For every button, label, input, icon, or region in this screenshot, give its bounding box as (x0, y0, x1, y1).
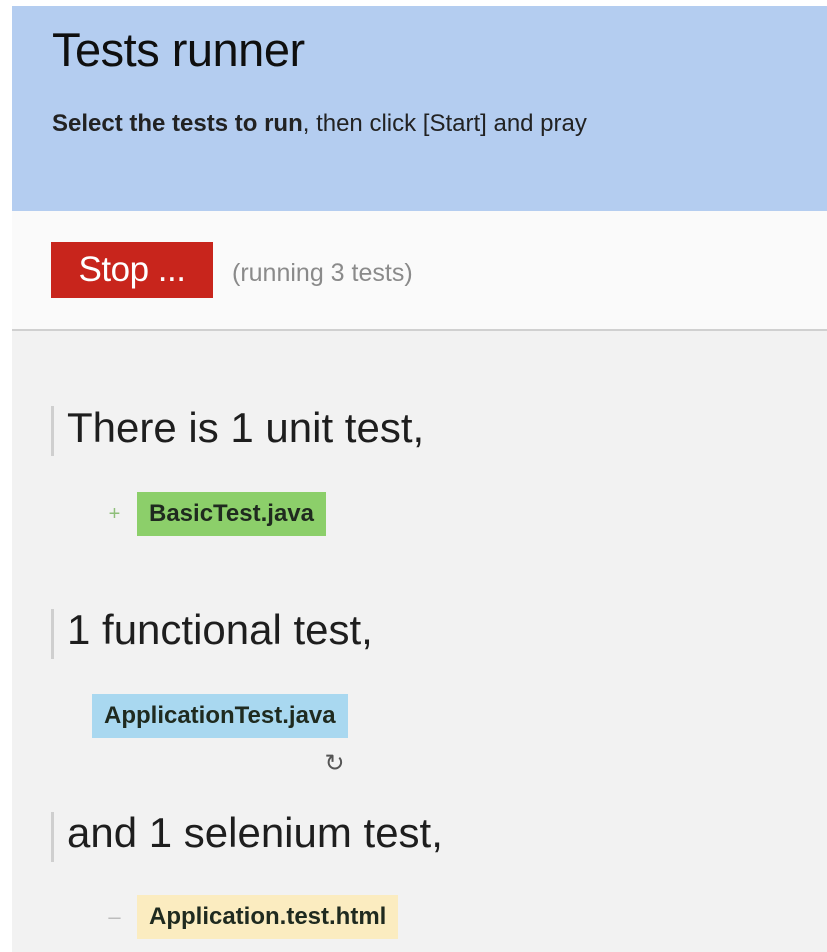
section-marker (51, 812, 54, 862)
test-name-basictest[interactable]: BasicTest.java (137, 492, 326, 536)
refresh-icon: ↻ (324, 750, 345, 777)
selenium-tests-heading: and 1 selenium test, (67, 809, 443, 856)
subtitle-bold: Select the tests to run (52, 110, 303, 137)
dash-icon: – (108, 904, 121, 929)
subtitle-rest: , then click [Start] and pray (302, 110, 587, 137)
header: Tests runner Select the tests to run, th… (12, 6, 827, 211)
plus-icon: + (108, 503, 121, 525)
test-item-applicationtest: ↻ ApplicationTest.java (92, 694, 348, 777)
test-name-applicationtest[interactable]: ApplicationTest.java (92, 694, 348, 738)
test-name-application-test-html[interactable]: Application.test.html (137, 895, 399, 939)
stop-button[interactable]: Stop ... (51, 242, 213, 298)
section-marker (51, 609, 54, 659)
tests-runner-page: Tests runner Select the tests to run, th… (12, 6, 827, 952)
running-status: (running 3 tests) (232, 259, 413, 287)
test-item-basictest: + BasicTest.java (92, 492, 326, 536)
functional-tests-heading: 1 functional test, (67, 606, 373, 653)
toolbar: Stop ... (running 3 tests) (12, 211, 827, 331)
page-subtitle: Select the tests to run, then click [Sta… (52, 110, 587, 138)
test-item-application-test-html: – Application.test.html (92, 895, 399, 939)
page-title: Tests runner (52, 23, 305, 76)
unit-tests-heading: There is 1 unit test, (67, 404, 425, 451)
section-marker (51, 406, 54, 456)
